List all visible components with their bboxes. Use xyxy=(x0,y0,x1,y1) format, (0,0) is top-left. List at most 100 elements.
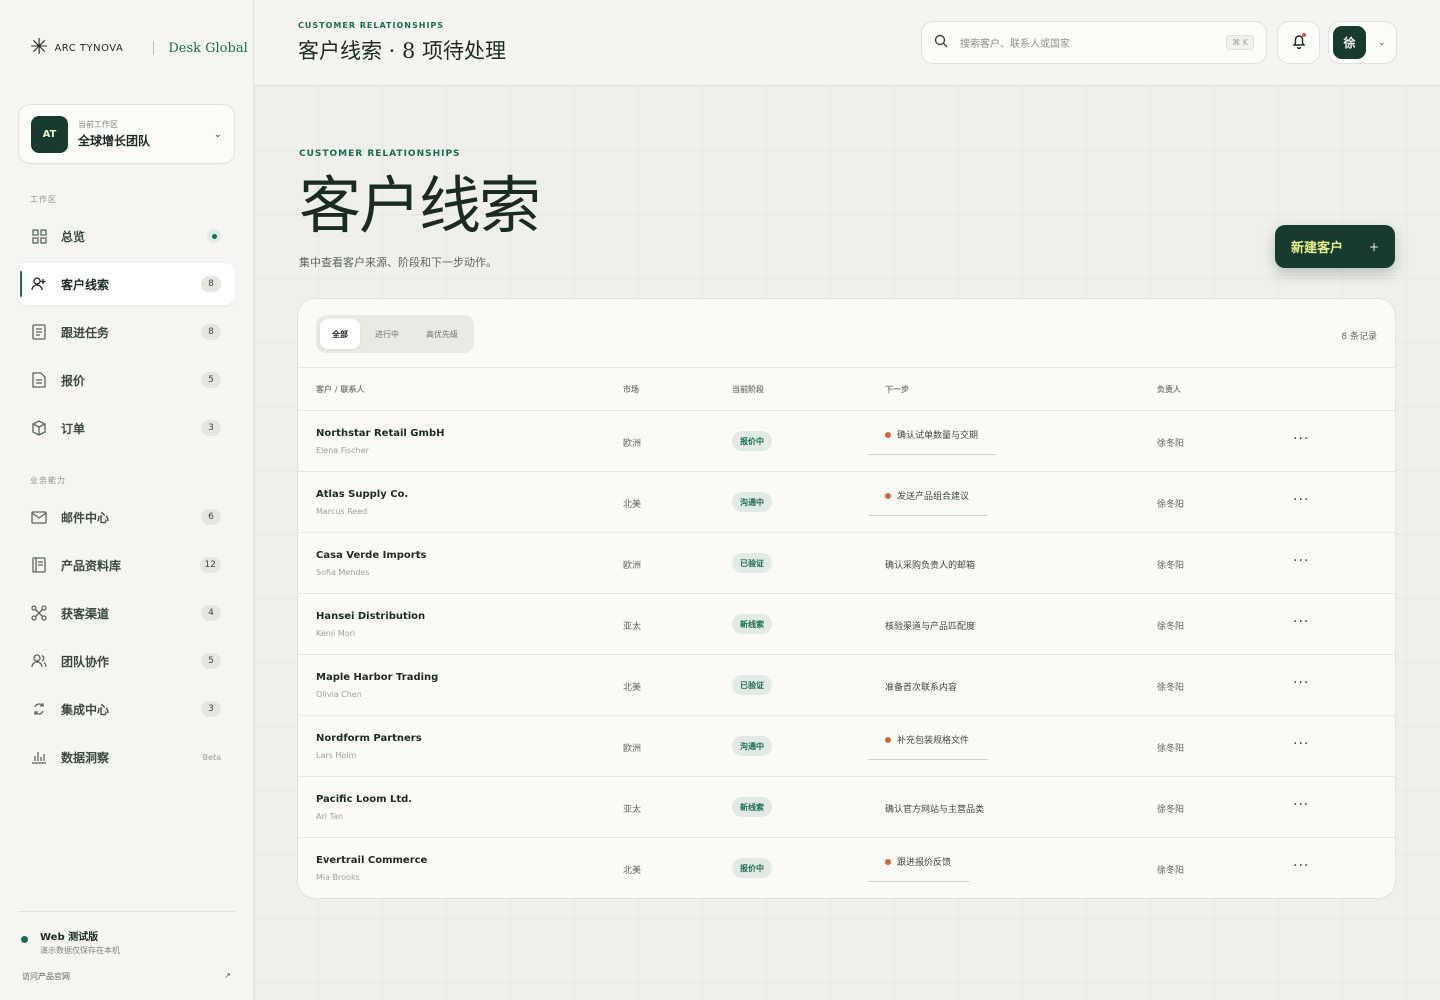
table-row[interactable]: Pacific Loom Ltd. Ari Tan 亚太 新线索 确认官方网站与主营品类… xyxy=(298,777,1395,838)
stage-badge: 沟通中 xyxy=(732,492,772,512)
brand-product: Desk Global xyxy=(168,40,248,56)
brand[interactable]: ✳ ARC TYNOVA Desk Global xyxy=(30,36,248,60)
table-toolbar: 全部 进行中 高优先级 8 条记录 xyxy=(298,299,1395,368)
more-actions-button[interactable]: ··· xyxy=(1293,431,1309,447)
contact-name: Lars Holm xyxy=(316,751,357,760)
topbar: CUSTOMER RELATIONSHIPS 客户线索 · 8 项待处理 搜索客… xyxy=(254,0,1440,86)
sidebar-item-quotes[interactable]: 报价 5 xyxy=(18,359,235,401)
sidebar-item-label: 跟进任务 xyxy=(61,325,110,340)
tab-high-priority[interactable]: 高优先级 xyxy=(414,319,470,349)
stage-badge: 报价中 xyxy=(732,431,772,451)
table-row[interactable]: Hansei Distribution Kenji Mori 亚太 新线索 核验渠道与产… xyxy=(298,594,1395,655)
owner-cell: 徐冬阳 xyxy=(1157,439,1185,449)
customer-name[interactable]: Northstar Retail GmbH xyxy=(316,428,444,439)
customer-name[interactable]: Maple Harbor Trading xyxy=(316,672,438,683)
version-title: Web 测试版 xyxy=(40,932,99,943)
column-header: 负责人 xyxy=(1157,385,1181,394)
stage-badge: 沟通中 xyxy=(732,736,772,756)
customer-name[interactable]: Pacific Loom Ltd. xyxy=(316,794,412,805)
network-icon xyxy=(30,604,48,622)
market-cell: 亚太 xyxy=(623,622,642,632)
external-link-icon: ↗ xyxy=(224,971,231,980)
more-actions-button[interactable]: ··· xyxy=(1293,553,1309,569)
more-actions-button[interactable]: ··· xyxy=(1293,492,1309,508)
customer-name[interactable]: Atlas Supply Co. xyxy=(316,489,408,500)
sidebar-item-insights[interactable]: 数据洞察 Beta xyxy=(18,736,235,778)
more-actions-button[interactable]: ··· xyxy=(1293,797,1309,813)
owner-cell: 徐冬阳 xyxy=(1157,561,1185,571)
sidebar-item-label: 总览 xyxy=(61,229,86,244)
market-cell: 亚太 xyxy=(623,805,642,815)
table-row[interactable]: Atlas Supply Co. Marcus Reed 北美 沟通中 发送产品组合建议… xyxy=(298,472,1395,533)
next-step-underline xyxy=(868,759,988,760)
table-row[interactable]: Maple Harbor Trading Olivia Chen 北美 已验证 准备首次… xyxy=(298,655,1395,716)
sidebar-item-library[interactable]: 产品资料库 12 xyxy=(18,544,235,586)
sidebar-item-tasks[interactable]: 跟进任务 8 xyxy=(18,311,235,353)
customer-name[interactable]: Evertrail Commerce xyxy=(316,855,427,866)
more-actions-button[interactable]: ··· xyxy=(1293,858,1309,874)
sidebar-item-integrations[interactable]: 集成中心 3 xyxy=(18,688,235,730)
sidebar-item-label: 数据洞察 xyxy=(61,750,110,765)
workspace-name: 全球增长团队 xyxy=(78,134,151,148)
sidebar-item-mail[interactable]: 邮件中心 6 xyxy=(18,496,235,538)
workspace-avatar: AT xyxy=(31,115,68,153)
contact-name: Ari Tan xyxy=(316,812,344,821)
sidebar-item-channels[interactable]: 获客渠道 4 xyxy=(18,592,235,634)
sidebar-item-orders[interactable]: 订单 3 xyxy=(18,407,235,449)
more-actions-button[interactable]: ··· xyxy=(1293,736,1309,752)
column-header: 客户 / 联系人 xyxy=(316,385,365,394)
document-icon xyxy=(30,371,48,389)
more-actions-button[interactable]: ··· xyxy=(1293,675,1309,691)
sidebar-item-label: 订单 xyxy=(61,421,86,436)
sidebar-item-leads[interactable]: 客户线索 8 xyxy=(18,263,235,305)
search-placeholder: 搜索客户、联系人或国家 xyxy=(960,39,1070,50)
priority-dot xyxy=(885,858,891,865)
table-row[interactable]: Evertrail Commerce Mia Brooks 北美 报价中 跟进报价反馈徐… xyxy=(298,838,1395,898)
table-row[interactable]: Casa Verde Imports Sofia Mendes 欧洲 已验证 确认采购负… xyxy=(298,533,1395,594)
notifications-button[interactable] xyxy=(1277,21,1320,64)
table-row[interactable]: Northstar Retail GmbH Elena Fischer 欧洲 报价中 确… xyxy=(298,411,1395,472)
sidebar-item-team[interactable]: 团队协作 5 xyxy=(18,640,235,682)
column-header: 市场 xyxy=(623,385,639,394)
users-icon xyxy=(30,652,48,670)
search-icon xyxy=(934,33,948,52)
sidebar-item-label: 客户线索 xyxy=(61,277,110,292)
record-count: 8 条记录 xyxy=(1341,332,1377,342)
user-menu-button[interactable]: 徐 ⌄ xyxy=(1328,21,1397,64)
market-cell: 北美 xyxy=(623,866,642,876)
sidebar-item-overview[interactable]: 总览 xyxy=(18,215,235,257)
table-body: Northstar Retail GmbH Elena Fischer 欧洲 报价中确… xyxy=(298,411,1395,898)
visit-website-link[interactable]: 访问产品官网 ↗ xyxy=(18,971,235,982)
contact-name: Kenji Mori xyxy=(316,629,356,638)
stage-badge: 新线索 xyxy=(732,614,772,634)
next-step-text: 核验渠道与产品匹配度 xyxy=(885,622,976,632)
new-customer-button[interactable]: 新建客户 + xyxy=(1275,225,1395,268)
tab-in-progress[interactable]: 进行中 xyxy=(360,319,414,349)
tab-all[interactable]: 全部 xyxy=(320,319,360,349)
market-cell: 欧洲 xyxy=(623,561,642,571)
sidebar-item-label: 报价 xyxy=(61,373,86,388)
table-row[interactable]: Nordform Partners Lars Holm 欧洲 沟通中 补充包装规格文件徐… xyxy=(298,716,1395,777)
stage-badge: 报价中 xyxy=(732,858,772,878)
column-header: 下一步 xyxy=(885,385,909,394)
next-step: 确认试单数量与交期 xyxy=(885,428,978,441)
count-badge: 3 xyxy=(201,701,221,717)
customer-name[interactable]: Casa Verde Imports xyxy=(316,550,426,561)
sidebar: ✳ ARC TYNOVA Desk Global AT 当前工作区 全球增长团队… xyxy=(0,0,254,1000)
next-step-text: 准备首次联系内容 xyxy=(885,683,958,693)
customer-name[interactable]: Nordform Partners xyxy=(316,733,422,744)
market-cell: 欧洲 xyxy=(623,439,642,449)
sidebar-footer: Web 测试版 演示数据仅保存在本机 访问产品官网 ↗ xyxy=(18,911,235,982)
contact-name: Mia Brooks xyxy=(316,873,360,882)
chevron-down-icon: ⌄ xyxy=(213,128,222,140)
customer-name[interactable]: Hansei Distribution xyxy=(316,611,425,622)
more-actions-button[interactable]: ··· xyxy=(1293,614,1309,630)
market-cell: 北美 xyxy=(623,500,642,510)
stage-badge: 新线索 xyxy=(732,797,772,817)
beta-label: Beta xyxy=(202,752,221,762)
search-input[interactable]: 搜索客户、联系人或国家 ⌘ K xyxy=(921,21,1267,64)
next-step: 补充包装规格文件 xyxy=(885,733,969,746)
hero-eyebrow: CUSTOMER RELATIONSHIPS xyxy=(299,149,461,159)
count-badge: 5 xyxy=(201,372,221,388)
workspace-switcher[interactable]: AT 当前工作区 全球增长团队 ⌄ xyxy=(18,104,235,164)
